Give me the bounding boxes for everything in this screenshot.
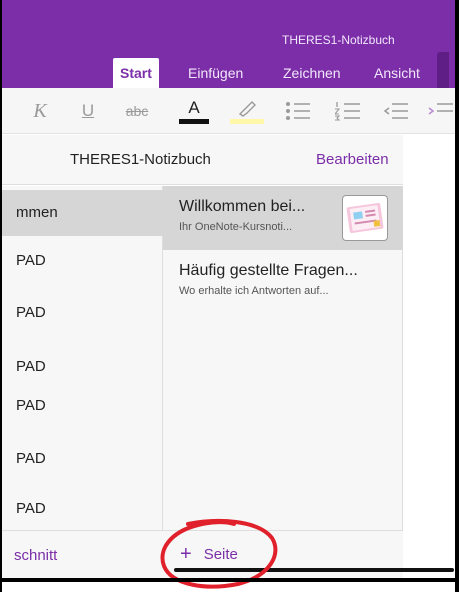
home-indicator [174,568,454,572]
strikethrough-icon[interactable]: abc [120,88,154,134]
numbered-list-icon[interactable] [335,88,361,134]
italic-icon[interactable]: K [30,88,50,134]
formatting-toolbar: K U abc A [0,88,455,134]
section-item[interactable]: PAD [0,436,163,482]
tab-view[interactable]: Ansicht [367,58,427,88]
section-item[interactable]: mmen [0,190,163,236]
highlighter-icon[interactable] [230,88,264,134]
section-item[interactable]: PAD [0,486,163,532]
font-color-letter: A [188,98,200,117]
onenote-window: THERES1-Notizbuch Start Einfügen Zeichne… [0,0,459,592]
page-item[interactable]: Häufig gestellte Fragen... Wo erhalte ic… [163,250,403,314]
highlighter-pen-glyph [238,100,256,117]
page-thumbnail [342,195,388,241]
ribbon-tab-edge [437,52,449,88]
bullet-list-icon[interactable] [285,88,311,134]
add-section-button[interactable]: schnitt [14,547,57,564]
page-item[interactable]: Willkommen bei... Ihr OneNote-Kursnoti..… [163,186,403,250]
font-color-swatch [179,119,209,124]
frame-border-left [0,0,2,592]
tab-insert[interactable]: Einfügen [181,58,250,88]
notebook-header: THERES1-Notizbuch Bearbeiten [0,135,403,185]
ribbon-tabs: Start Einfügen Zeichnen Ansicht [0,58,455,88]
pages-list: Willkommen bei... Ihr OneNote-Kursnoti..… [163,186,403,530]
section-item[interactable]: PAD [0,383,163,429]
page-subtitle: Ihr OneNote-Kursnoti... [179,221,293,233]
underline-icon[interactable]: U [78,88,98,134]
frame-border-right [455,0,459,592]
page-canvas[interactable] [404,135,455,578]
font-color-icon[interactable]: A [178,88,210,134]
edit-button[interactable]: Bearbeiten [316,151,389,168]
section-item[interactable]: PAD [0,238,163,284]
add-page-label: Seite [203,546,238,563]
ribbon: THERES1-Notizbuch Start Einfügen Zeichne… [0,0,455,88]
sections-list: mmen PAD PAD PAD PAD PAD PAD [0,186,163,530]
page-subtitle: Wo erhalte ich Antworten auf... [179,285,329,297]
page-title: Häufig gestellte Fragen... [179,262,358,279]
notebook-thumbnail-icon [346,203,384,233]
ribbon-notebook-title: THERES1-Notizbuch [282,33,395,47]
indent-icon[interactable] [428,88,454,134]
frame-border-bottom [0,578,459,582]
section-item[interactable]: PAD [0,290,163,336]
notebook-title: THERES1-Notizbuch [70,151,211,168]
plus-icon: + [180,543,192,565]
page-title: Willkommen bei... [179,198,306,215]
add-page-button[interactable]: + Seite [180,543,238,565]
highlight-color-swatch [230,118,264,124]
outdent-icon[interactable] [383,88,409,134]
tab-draw[interactable]: Zeichnen [276,58,348,88]
tab-start[interactable]: Start [113,58,159,88]
